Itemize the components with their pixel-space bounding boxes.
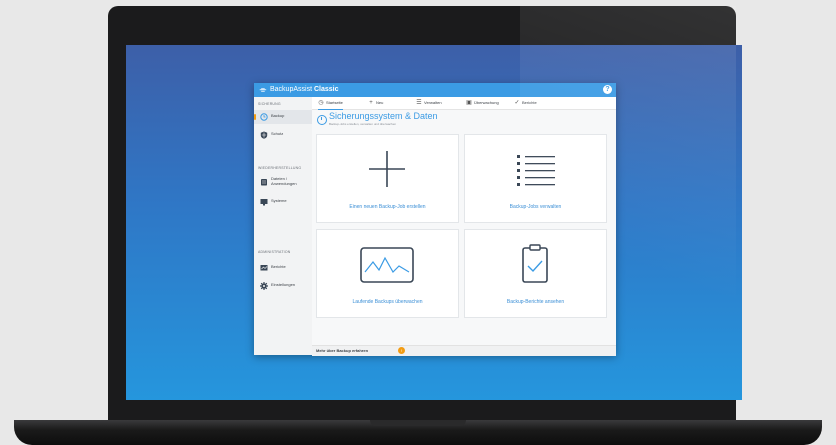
sidebar-item-berichte[interactable]: Berichte [254, 261, 312, 275]
sidebar-item-backup[interactable]: Backup [254, 110, 312, 124]
sidebar-item-systeme[interactable]: Systeme [254, 195, 312, 209]
monitor-graph-icon [360, 247, 414, 283]
card-view-backup-reports[interactable]: Backup-Berichte ansehen [464, 229, 607, 318]
list-icon: ☰ [416, 100, 422, 106]
tab-neu[interactable]: + Neu [368, 97, 383, 109]
tab-label: Überwachung [474, 100, 499, 105]
title-bar: ⌯ BackupAssist Classic ? [254, 83, 616, 97]
monitor-icon [260, 199, 268, 206]
app-window: ⌯ BackupAssist Classic ? SICHERUNG Backu… [254, 83, 616, 356]
tab-label: Startseite [326, 100, 343, 105]
card-manage-backup-jobs[interactable]: Backup-Jobs verwalten [464, 134, 607, 223]
backupassist-logo-icon: ⌯ [259, 85, 267, 94]
clipboard-check-icon [522, 244, 548, 283]
help-icon[interactable]: ? [603, 85, 612, 94]
tab-ueberwachung[interactable]: ▣ Überwachung [466, 97, 499, 109]
list-icon [517, 155, 555, 186]
tab-label: Berichte [522, 100, 537, 105]
sidebar-item-label: Systeme [271, 198, 287, 203]
plus-icon: + [369, 100, 373, 106]
database-icon [261, 179, 267, 186]
gear-icon [260, 282, 268, 290]
shield-icon [260, 131, 268, 139]
laptop-screen: ⌯ BackupAssist Classic ? SICHERUNG Backu… [126, 45, 742, 400]
card-label: Backup-Jobs verwalten [509, 204, 562, 210]
card-monitor-backups[interactable]: Laufende Backups überwachen [316, 229, 459, 318]
sidebar-section-wiederherstellung: WIEDERHERSTELLUNG [258, 166, 302, 170]
info-badge-icon[interactable]: ! [398, 347, 405, 354]
tab-label: Verwalten [424, 100, 442, 105]
sidebar-item-schutz[interactable]: Schutz [254, 128, 312, 142]
card-label: Einen neuen Backup-Job erstellen [349, 204, 426, 210]
app-name: BackupAssist [270, 86, 313, 93]
tab-startseite[interactable]: ◷ Startseite [318, 97, 343, 110]
sidebar-item-label: Einstellungen [271, 282, 296, 287]
footer-bar: Mehr über Backup erfahren ! [312, 345, 616, 356]
page-title: Sicherungssystem & Daten [329, 111, 438, 121]
sidebar-item-label: Backup [271, 113, 285, 118]
main-content: Sicherungssystem & Daten Backup-Jobs ers… [312, 110, 616, 345]
card-label: Laufende Backups überwachen [352, 299, 423, 305]
laptop-notch [370, 420, 466, 426]
sidebar-section-sicherung: SICHERUNG [258, 102, 281, 106]
sidebar: SICHERUNG Backup Schutz WIEDERHERSTELLUN… [254, 97, 313, 355]
check-icon: ✓ [514, 100, 520, 106]
active-marker [254, 114, 256, 120]
tab-bar: ◷ Startseite + Neu ☰ Verwalten ▣ Überwachung… [312, 97, 616, 110]
clock-icon [260, 113, 268, 121]
sidebar-item-einstellungen[interactable]: Einstellungen [254, 279, 312, 293]
clock-icon: ◷ [318, 100, 324, 106]
report-icon [260, 265, 268, 271]
card-create-backup-job[interactable]: Einen neuen Backup-Job erstellen [316, 134, 459, 223]
sidebar-item-dateien[interactable]: Dateien / Anwendungen [254, 175, 312, 191]
plus-icon [369, 151, 405, 187]
sidebar-section-administration: ADMINISTRATION [258, 250, 291, 254]
tab-label: Neu [376, 100, 384, 105]
tab-berichte[interactable]: ✓ Berichte [514, 97, 537, 109]
sidebar-item-label: Berichte [271, 264, 286, 269]
card-label: Backup-Berichte ansehen [506, 299, 565, 305]
page-subtitle: Backup-Jobs erstellen, verwalten und übe… [329, 122, 397, 126]
tab-verwalten[interactable]: ☰ Verwalten [416, 97, 442, 109]
app-title: BackupAssist Classic [270, 83, 339, 97]
sidebar-item-label: Dateien / Anwendungen [271, 176, 297, 186]
chart-icon: ▣ [466, 100, 472, 106]
app-edition: Classic [313, 86, 339, 93]
learn-more-link[interactable]: Mehr über Backup erfahren [316, 348, 368, 353]
clock-icon [317, 115, 327, 125]
sidebar-item-label: Schutz [271, 131, 284, 136]
